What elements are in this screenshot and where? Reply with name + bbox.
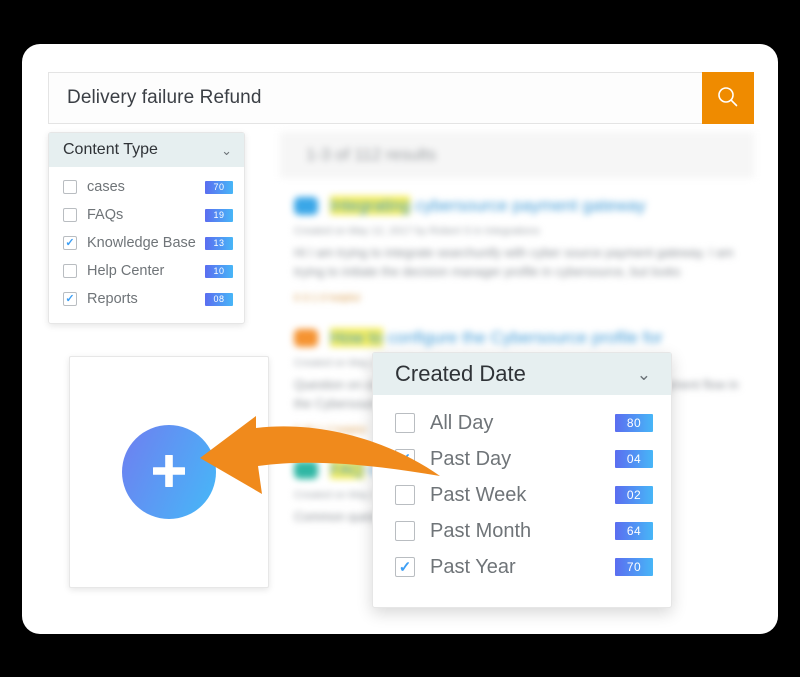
facet-item-help-center[interactable]: ✓ Help Center 10 bbox=[49, 257, 244, 285]
result-title-rest: configure the Cybersource profile for bbox=[382, 327, 663, 347]
screenshot-stage: 1-3 of 112 results Integrating cybersour… bbox=[0, 0, 800, 677]
facet-count-past-month: 64 bbox=[615, 522, 653, 540]
facet-label-past-week: Past Week bbox=[430, 483, 527, 506]
results-count-text: 1-3 of 112 results bbox=[306, 145, 437, 164]
result-header: How to configure the Cybersource profile… bbox=[294, 327, 740, 348]
checkbox-help-center[interactable]: ✓ bbox=[63, 264, 77, 278]
facet-label-cases: cases bbox=[87, 179, 125, 195]
facet-item-cases[interactable]: ✓ cases 70 bbox=[49, 173, 244, 201]
facet-count-reports: 08 bbox=[205, 292, 233, 306]
facet-label-knowledge-base: Knowledge Base bbox=[87, 235, 196, 251]
facet-label-past-year: Past Year bbox=[430, 555, 516, 578]
facet-label-all-day: All Day bbox=[430, 411, 494, 434]
facet-item-reports[interactable]: ✓ Reports 08 bbox=[49, 285, 244, 313]
facet-count-cases: 70 bbox=[205, 180, 233, 194]
facet-label-past-day: Past Day bbox=[430, 447, 512, 470]
result-title-highlight: FAQ bbox=[330, 459, 365, 479]
checkbox-cases[interactable]: ✓ bbox=[63, 180, 77, 194]
facet-label-help-center: Help Center bbox=[87, 263, 165, 279]
facet-count-past-day: 04 bbox=[615, 450, 653, 468]
facet-label-reports: Reports bbox=[87, 291, 138, 307]
result-title[interactable]: Integrating cybersource payment gateway bbox=[330, 196, 646, 216]
result-title-highlight: Integrating bbox=[330, 196, 411, 215]
content-type-facet-title: Content Type bbox=[63, 141, 158, 158]
result-snippet: Hi I am trying to integrate searchunify … bbox=[294, 246, 734, 280]
facet-count-faqs: 19 bbox=[205, 208, 233, 222]
book-icon bbox=[294, 328, 318, 347]
facet-item-past-month[interactable]: ✓ Past Month 64 bbox=[373, 513, 671, 549]
checkbox-knowledge-base[interactable]: ✓ bbox=[63, 236, 77, 250]
facet-count-knowledge-base: 13 bbox=[205, 236, 233, 250]
created-date-facet-list: ✓ All Day 80 ✓ Past Day 04 ✓ Past Week 0… bbox=[373, 395, 671, 607]
lightbulb-icon bbox=[294, 460, 318, 479]
results-count-bar: 1-3 of 112 results bbox=[280, 132, 754, 178]
facet-item-past-day[interactable]: ✓ Past Day 04 bbox=[373, 441, 671, 477]
facet-count-all-day: 80 bbox=[615, 414, 653, 432]
facet-item-past-year[interactable]: ✓ Past Year 70 bbox=[373, 549, 671, 585]
facet-count-past-year: 70 bbox=[615, 558, 653, 576]
checkbox-past-day[interactable]: ✓ bbox=[395, 449, 415, 469]
chat-bubble-icon bbox=[294, 197, 318, 215]
facet-count-help-center: 10 bbox=[205, 264, 233, 278]
result-tags: 0 3 1 0 helpful bbox=[294, 291, 360, 304]
checkbox-faqs[interactable]: ✓ bbox=[63, 208, 77, 222]
facet-count-past-week: 02 bbox=[615, 486, 653, 504]
facet-item-knowledge-base[interactable]: ✓ Knowledge Base 13 bbox=[49, 229, 244, 257]
search-icon bbox=[715, 84, 741, 113]
result-item[interactable]: Integrating cybersource payment gateway … bbox=[280, 178, 754, 310]
result-header: Integrating cybersource payment gateway bbox=[294, 196, 740, 216]
checkbox-past-year[interactable]: ✓ bbox=[395, 557, 415, 577]
chevron-down-icon[interactable]: ⌄ bbox=[221, 144, 232, 157]
facet-item-past-week[interactable]: ✓ Past Week 02 bbox=[373, 477, 671, 513]
checkbox-past-month[interactable]: ✓ bbox=[395, 521, 415, 541]
content-type-facet-panel: Content Type ⌄ ✓ cases 70 ✓ FAQs 19 ✓ Kn… bbox=[48, 132, 245, 324]
content-type-facet-header[interactable]: Content Type ⌄ bbox=[49, 133, 244, 167]
result-title-rest: cybersource payment gateway bbox=[410, 196, 646, 215]
facet-item-faqs[interactable]: ✓ FAQs 19 bbox=[49, 201, 244, 229]
checkbox-past-week[interactable]: ✓ bbox=[395, 485, 415, 505]
created-date-facet-title: Created Date bbox=[395, 361, 526, 386]
checkbox-all-day[interactable]: ✓ bbox=[395, 413, 415, 433]
content-type-facet-list: ✓ cases 70 ✓ FAQs 19 ✓ Knowledge Base 13… bbox=[49, 167, 244, 323]
facet-item-all-day[interactable]: ✓ All Day 80 bbox=[373, 405, 671, 441]
created-date-facet-header[interactable]: Created Date ⌄ bbox=[373, 353, 671, 395]
app-window: 1-3 of 112 results Integrating cybersour… bbox=[22, 44, 778, 634]
search-input[interactable] bbox=[49, 87, 702, 109]
add-facet-card bbox=[69, 356, 269, 588]
chevron-down-icon[interactable]: ⌄ bbox=[637, 366, 651, 383]
result-title-highlight: How to bbox=[330, 327, 383, 347]
search-bar bbox=[48, 72, 754, 124]
search-button[interactable] bbox=[702, 72, 754, 124]
add-button[interactable] bbox=[122, 425, 216, 519]
result-meta: Created on May 12, 2017 by Robert S in I… bbox=[294, 225, 540, 237]
result-title[interactable]: How to configure the Cybersource profile… bbox=[330, 327, 663, 348]
plus-icon bbox=[146, 448, 192, 497]
search-input-wrapper[interactable] bbox=[48, 72, 702, 124]
facet-label-past-month: Past Month bbox=[430, 519, 532, 542]
checkbox-reports[interactable]: ✓ bbox=[63, 292, 77, 306]
facet-label-faqs: FAQs bbox=[87, 207, 124, 223]
created-date-facet-panel: Created Date ⌄ ✓ All Day 80 ✓ Past Day 0… bbox=[372, 352, 672, 608]
